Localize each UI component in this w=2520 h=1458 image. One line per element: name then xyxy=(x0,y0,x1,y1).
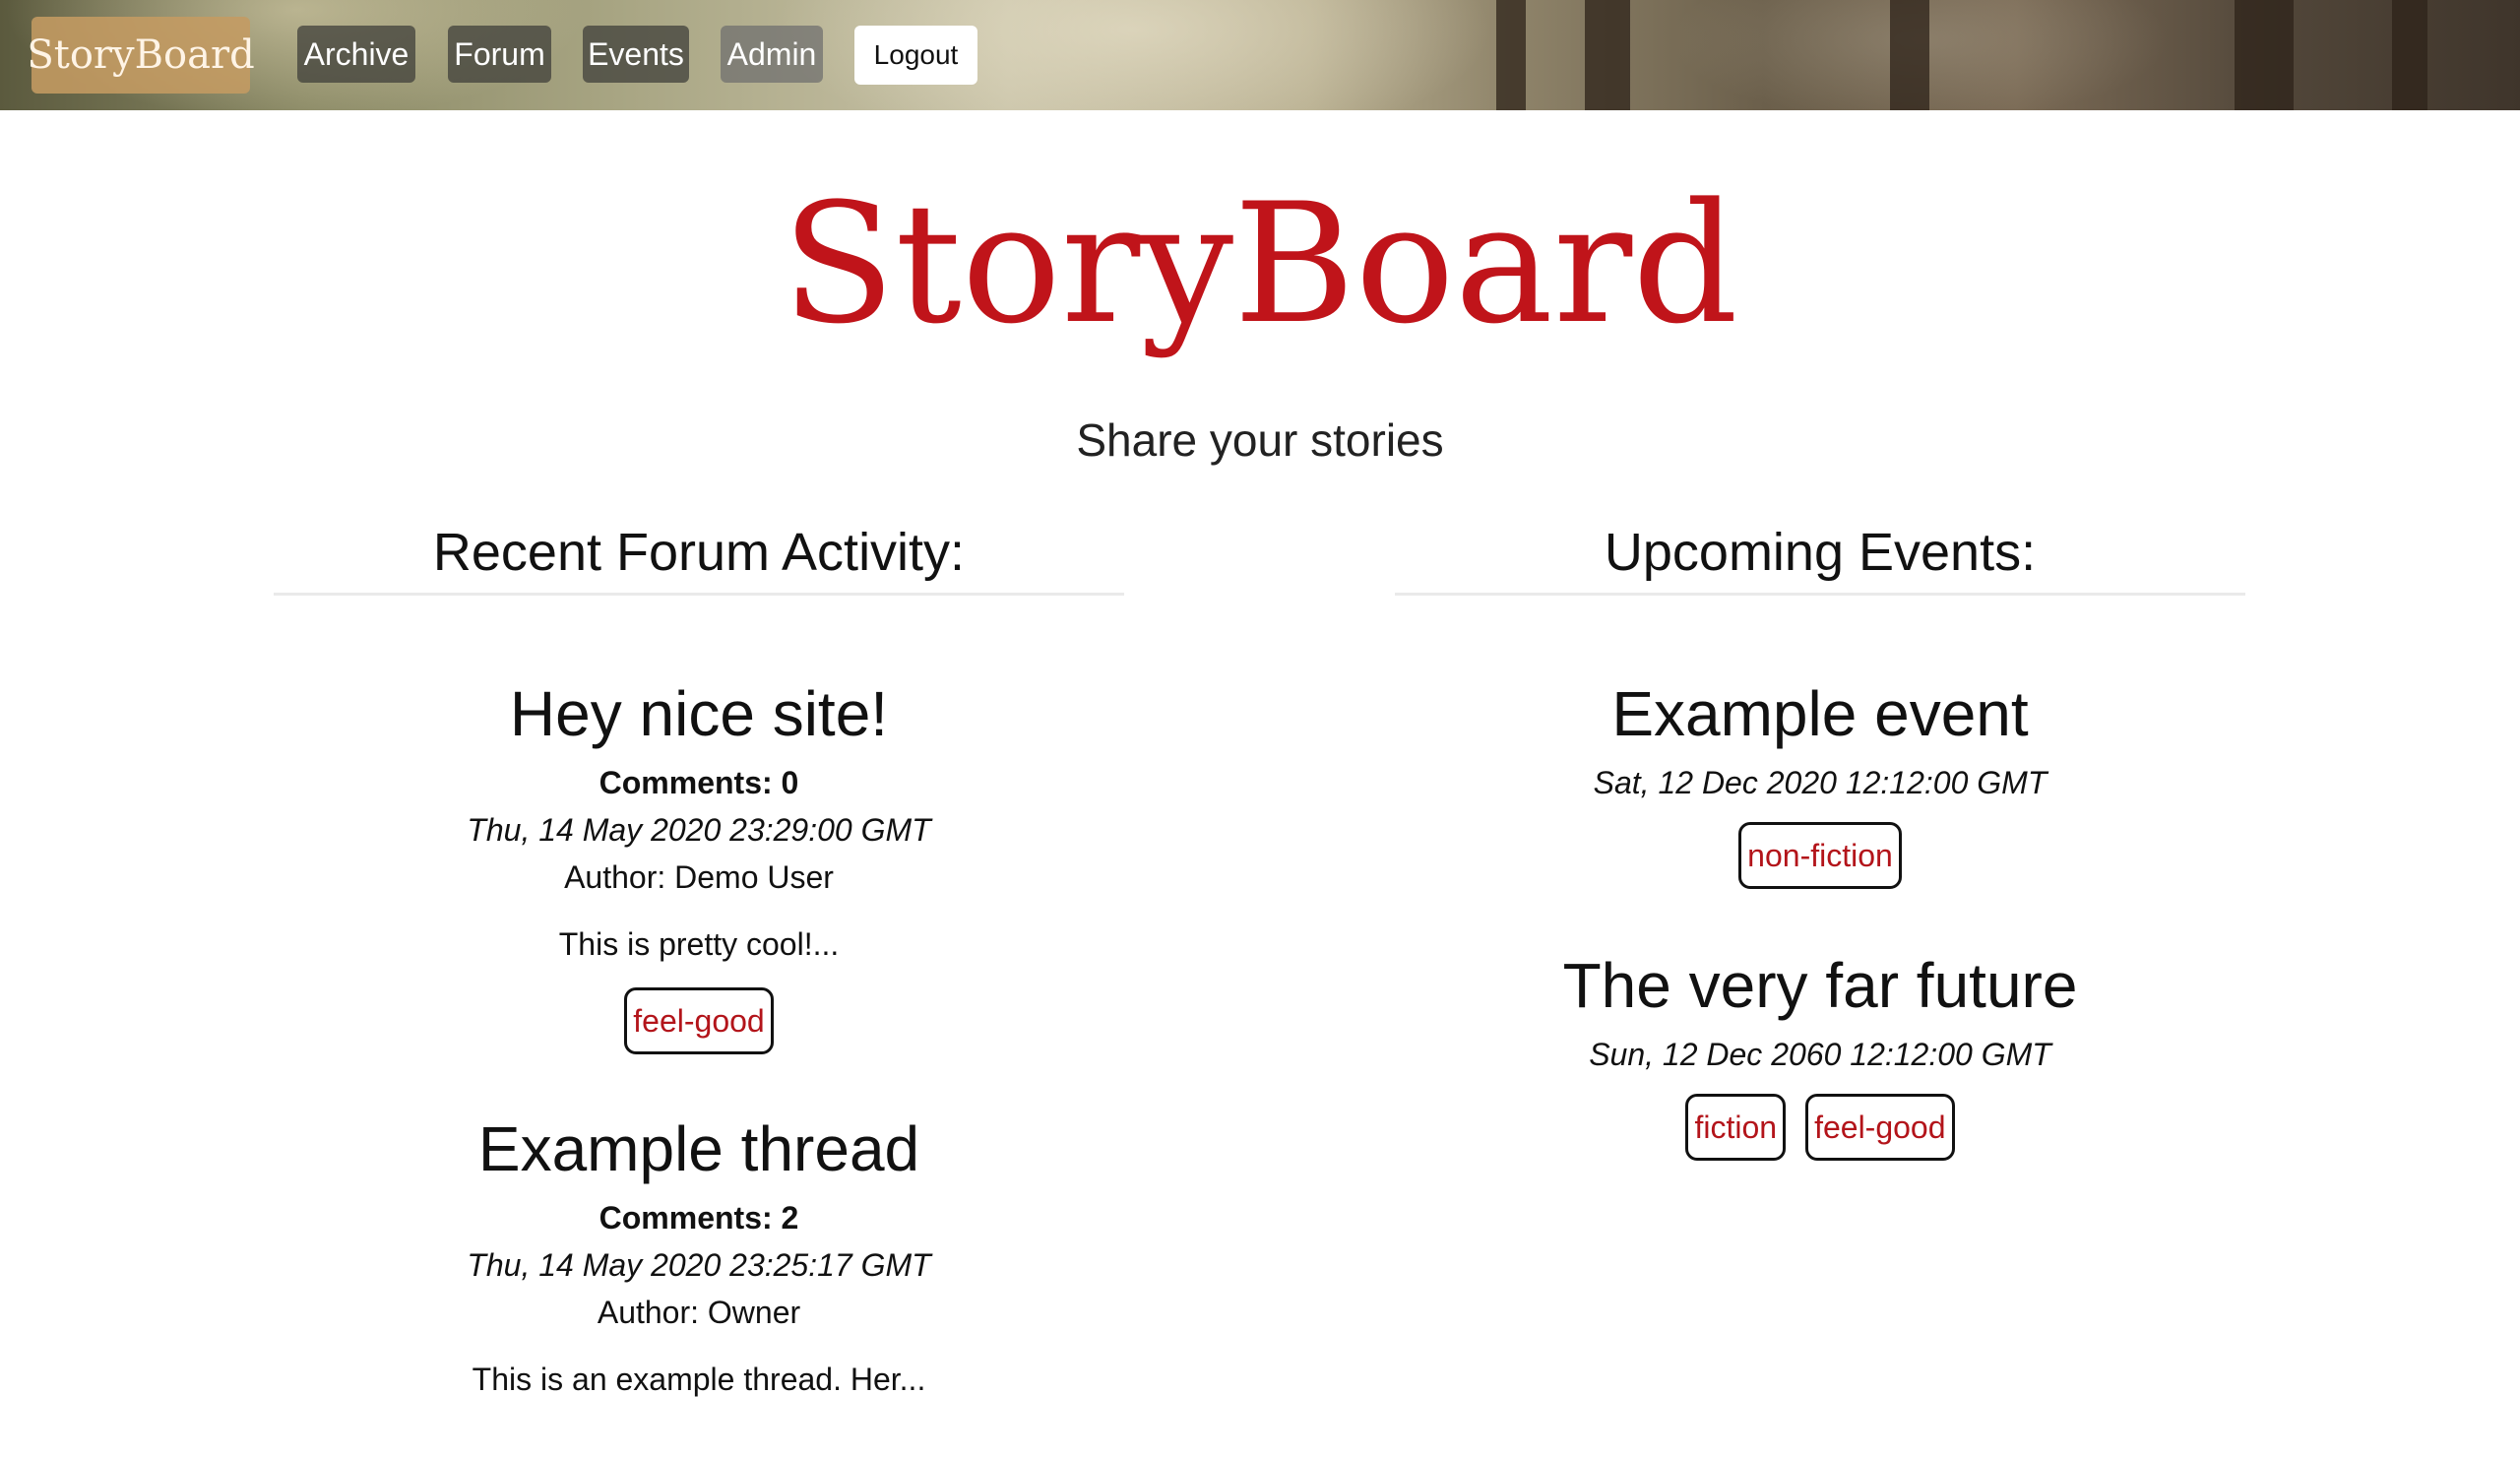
forum-thread: Example thread Comments: 2 Thu, 14 May 2… xyxy=(274,1109,1124,1403)
section-divider xyxy=(274,593,1124,596)
tag-link[interactable]: non-fiction xyxy=(1738,822,1902,889)
thread-comment-count: Comments: 2 xyxy=(598,1200,799,1236)
navbar: StoryBoard Archive Forum Events Admin Lo… xyxy=(0,0,2520,110)
background-tree xyxy=(2392,0,2427,110)
background-tree xyxy=(1585,0,1630,110)
forum-section-heading: Recent Forum Activity: xyxy=(432,523,966,582)
thread-excerpt: This is an example thread. Her... xyxy=(472,1362,926,1397)
nav-archive-link[interactable]: Archive xyxy=(297,26,415,83)
event-tags: fiction feel-good xyxy=(1395,1094,2245,1161)
forum-thread: Hey nice site! Comments: 0 Thu, 14 May 2… xyxy=(274,674,1124,1054)
background-tree xyxy=(2235,0,2294,110)
upcoming-events-section: Upcoming Events: Example event Sat, 12 D… xyxy=(1395,512,2245,1218)
tag-link[interactable]: fiction xyxy=(1685,1094,1787,1161)
nav-admin-link[interactable]: Admin xyxy=(721,26,823,83)
page-title: StoryBoard xyxy=(782,167,1738,360)
forum-activity-section: Recent Forum Activity: Hey nice site! Co… xyxy=(274,512,1124,1458)
tagline: Share your stories xyxy=(1076,414,1444,466)
event-date: Sat, 12 Dec 2020 12:12:00 GMT xyxy=(1593,765,2048,800)
event-date: Sun, 12 Dec 2060 12:12:00 GMT xyxy=(1589,1037,2051,1072)
thread-tags: feel-good xyxy=(274,987,1124,1054)
event-item: The very far future Sun, 12 Dec 2060 12:… xyxy=(1395,946,2245,1161)
thread-author: Author: Demo User xyxy=(564,859,834,895)
thread-date: Thu, 14 May 2020 23:25:17 GMT xyxy=(467,1247,931,1283)
nav-forum-link[interactable]: Forum xyxy=(448,26,551,83)
background-tree xyxy=(1890,0,1929,110)
events-section-heading: Upcoming Events: xyxy=(1604,523,2037,582)
thread-date: Thu, 14 May 2020 23:29:00 GMT xyxy=(467,812,931,848)
event-tags: non-fiction xyxy=(1395,822,2245,889)
tag-link[interactable]: feel-good xyxy=(1805,1094,1955,1161)
thread-excerpt: This is pretty cool!... xyxy=(558,926,840,962)
brand-logo-link[interactable]: StoryBoard xyxy=(27,17,255,94)
nav-events-link[interactable]: Events xyxy=(583,26,689,83)
event-title-link[interactable]: Example event xyxy=(1395,674,2245,753)
thread-author: Author: Owner xyxy=(597,1295,801,1330)
logout-button[interactable]: Logout xyxy=(854,26,977,85)
event-item: Example event Sat, 12 Dec 2020 12:12:00 … xyxy=(1395,674,2245,889)
thread-title-link[interactable]: Example thread xyxy=(274,1109,1124,1188)
tag-link[interactable]: feel-good xyxy=(624,987,774,1054)
section-divider xyxy=(1395,593,2245,596)
thread-comment-count: Comments: 0 xyxy=(598,765,799,800)
background-tree xyxy=(1496,0,1526,110)
event-title-link[interactable]: The very far future xyxy=(1395,946,2245,1025)
thread-title-link[interactable]: Hey nice site! xyxy=(274,674,1124,753)
